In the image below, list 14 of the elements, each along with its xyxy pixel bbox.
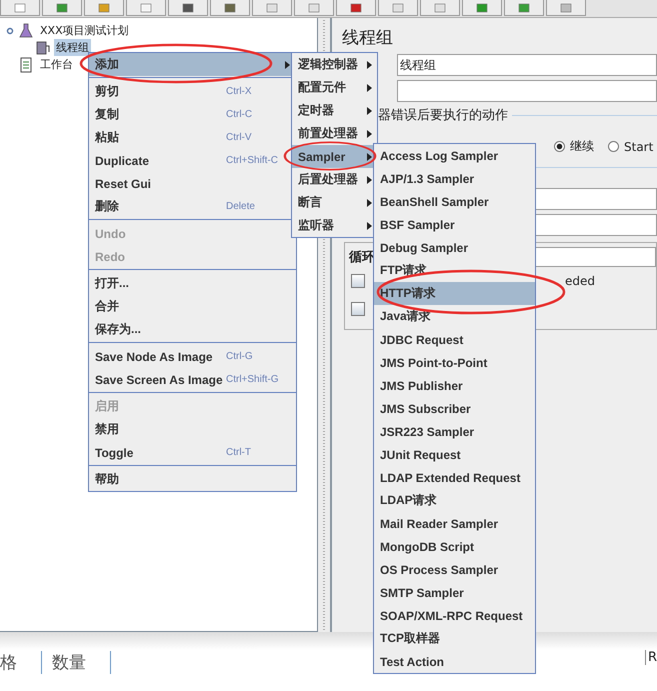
shortcut-label: Ctrl-V <box>226 132 252 143</box>
shortcut-label: Ctrl-C <box>226 109 252 120</box>
column-header: 数量 <box>42 650 111 674</box>
shortcut-label: Ctrl-X <box>226 86 252 97</box>
shortcut-label: Ctrl-T <box>226 447 251 458</box>
shortcut-label: Delete <box>226 201 255 212</box>
side-text: R <box>645 650 657 665</box>
shortcut-label: Ctrl-G <box>226 351 253 362</box>
panel-title: 线程组 <box>342 27 394 50</box>
column-header: 格 <box>0 650 42 674</box>
shortcut-label: Ctrl+Shift-C <box>226 155 278 166</box>
checkbox-label: eded <box>565 274 595 288</box>
shortcut-label: Ctrl+Shift-G <box>226 374 279 385</box>
section-label: 器错误后要执行的动作 <box>378 107 508 124</box>
